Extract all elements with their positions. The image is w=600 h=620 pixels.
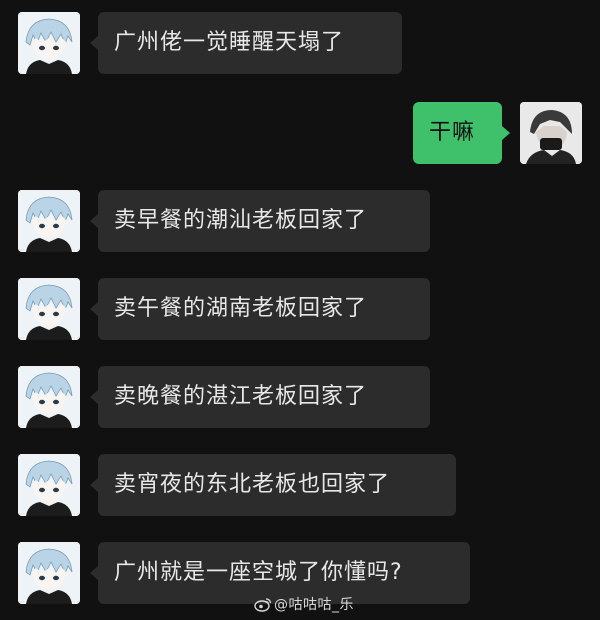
anime-boy-avatar-icon [18, 542, 80, 604]
message-bubble[interactable]: 卖午餐的湖南老板回家了 [90, 278, 430, 340]
message-bubble[interactable]: 卖宵夜的东北老板也回家了 [90, 454, 456, 516]
message-row: 广州佬一觉睡醒天塌了 [0, 12, 600, 78]
message-bubble-outgoing[interactable]: 干嘛 [413, 102, 510, 164]
chat-window: 广州佬一觉睡醒天塌了 干嘛 卖早餐的潮汕老板回家了 卖午餐的湖南老板回家了 卖晚… [0, 0, 600, 620]
weibo-watermark: @咕咕咕_乐 [254, 596, 354, 617]
user-photo-avatar-icon [520, 102, 582, 164]
user-avatar[interactable] [520, 102, 582, 164]
anime-boy-avatar-icon [18, 454, 80, 516]
weibo-icon [254, 596, 272, 617]
anime-boy-avatar-icon [18, 278, 80, 340]
contact-avatar[interactable] [18, 454, 80, 516]
contact-avatar[interactable] [18, 366, 80, 428]
message-bubble[interactable]: 广州佬一觉睡醒天塌了 [90, 12, 402, 74]
message-bubble[interactable]: 广州就是一座空城了你懂吗? [90, 542, 470, 604]
message-bubble[interactable]: 卖晚餐的湛江老板回家了 [90, 366, 430, 428]
watermark-text: @咕咕咕_乐 [274, 597, 354, 613]
contact-avatar[interactable] [18, 542, 80, 604]
message-row: 卖宵夜的东北老板也回家了 [0, 454, 600, 520]
contact-avatar[interactable] [18, 12, 80, 74]
contact-avatar[interactable] [18, 190, 80, 252]
message-bubble[interactable]: 卖早餐的潮汕老板回家了 [90, 190, 430, 252]
anime-boy-avatar-icon [18, 366, 80, 428]
anime-boy-avatar-icon [18, 190, 80, 252]
message-row: 卖早餐的潮汕老板回家了 [0, 190, 600, 256]
anime-boy-avatar-icon [18, 12, 80, 74]
message-row: 卖午餐的湖南老板回家了 [0, 278, 600, 344]
message-row: 干嘛 [0, 102, 600, 168]
contact-avatar[interactable] [18, 278, 80, 340]
message-row: 卖晚餐的湛江老板回家了 [0, 366, 600, 432]
